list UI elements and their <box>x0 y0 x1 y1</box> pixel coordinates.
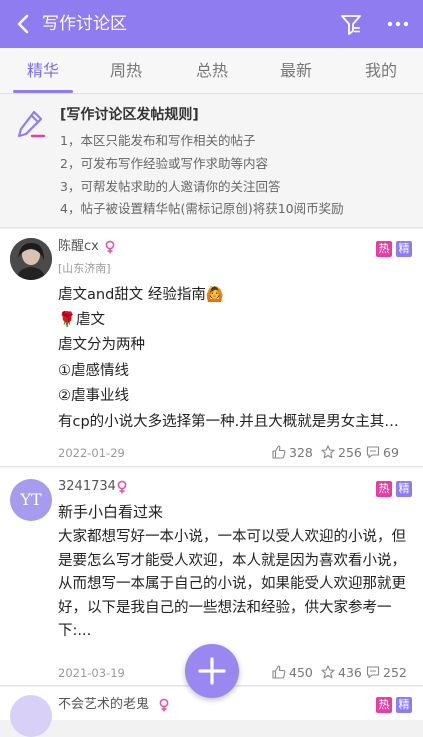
tab-latest[interactable]: 最新 <box>261 60 331 82</box>
post-title: 虐文and甜文 经验指南🙆 <box>58 287 224 303</box>
username[interactable]: 不会艺术的老鬼 <box>58 696 149 714</box>
star-icon <box>321 665 335 679</box>
comment-count[interactable]: 252 <box>366 665 410 681</box>
plus-icon <box>198 657 226 685</box>
filter-icon[interactable] <box>340 13 362 37</box>
thumb-up-icon <box>272 665 286 679</box>
user-location: [山东济南] <box>58 262 111 275</box>
tab-all-time-hot[interactable]: 总热 <box>177 60 247 82</box>
rule-line: 4，帖子被设置精华帖(需标记原创)将获10阅币奖励 <box>60 201 344 216</box>
post-line: ②虐事业线 <box>58 388 129 404</box>
featured-badge: 精 <box>396 697 412 713</box>
hot-badge: 热 <box>376 697 392 713</box>
star-count[interactable]: 436 <box>321 665 362 681</box>
post-date: 2021-03-19 <box>58 666 125 680</box>
tab-mine[interactable]: 我的 <box>346 60 416 82</box>
post-excerpt: 大家都想写好一本小说，一本可以受人欢迎的小说，但是要怎么写才能受人欢迎，本人就是… <box>58 529 406 639</box>
rule-line: 3，可帮发帖求助的人邀请你的关注回答 <box>60 179 281 194</box>
featured-badge: 精 <box>396 481 412 497</box>
thumb-up-icon <box>272 445 286 459</box>
avatar[interactable]: YT <box>10 479 52 521</box>
star-icon <box>321 445 335 459</box>
star-count[interactable]: 256 <box>321 445 362 461</box>
like-count[interactable]: 328 <box>272 445 318 461</box>
post-line: 有cp的小说大多选择第一种.并且大概就是男女主其… <box>58 414 399 430</box>
comment-icon <box>366 666 380 679</box>
post-line: 🌹虐文 <box>58 312 106 328</box>
more-icon[interactable] <box>386 14 410 34</box>
female-icon <box>105 240 115 254</box>
hot-badge: 热 <box>376 481 392 497</box>
new-post-button[interactable] <box>185 644 239 698</box>
avatar[interactable] <box>10 238 52 280</box>
tab-bar: 精华 周热 总热 最新 我的 <box>0 48 423 94</box>
comment-icon <box>366 446 380 459</box>
hot-badge: 热 <box>376 241 392 257</box>
post-card[interactable]: 陈醒cx [山东济南] 热 精 虐文and甜文 经验指南🙆 🌹虐文 虐文分为两种… <box>0 229 423 467</box>
comment-count[interactable]: 69 <box>366 445 402 461</box>
pen-icon <box>17 110 46 138</box>
username[interactable]: 陈醒cx <box>58 238 99 256</box>
post-line: 虐文分为两种 <box>58 337 145 353</box>
rule-line: 1，本区只能发布和写作相关的帖子 <box>60 133 256 148</box>
username[interactable]: 3241734 <box>58 478 116 496</box>
post-date: 2022-01-29 <box>58 446 125 460</box>
tab-weekly-hot[interactable]: 周热 <box>91 60 161 82</box>
post-line: ①虐感情线 <box>58 363 129 379</box>
female-icon <box>117 480 127 494</box>
top-bar: 写作讨论区 <box>0 0 423 48</box>
rule-line: 2，可发布写作经验或写作求助等内容 <box>60 156 268 171</box>
post-title: 新手小白看过来 <box>58 503 164 521</box>
rules-title: [写作讨论区发帖规则] <box>60 107 199 123</box>
page-title: 写作讨论区 <box>42 14 127 34</box>
featured-badge: 精 <box>396 241 412 257</box>
posting-rules: [写作讨论区发帖规则] 1，本区只能发布和写作相关的帖子 2，可发布写作经验或写… <box>0 95 423 228</box>
active-tab-indicator <box>13 90 73 93</box>
back-arrow-icon[interactable] <box>12 12 36 36</box>
tab-featured[interactable]: 精华 <box>8 60 78 82</box>
avatar[interactable] <box>10 695 52 737</box>
like-count[interactable]: 450 <box>272 665 318 681</box>
female-icon <box>159 698 169 712</box>
